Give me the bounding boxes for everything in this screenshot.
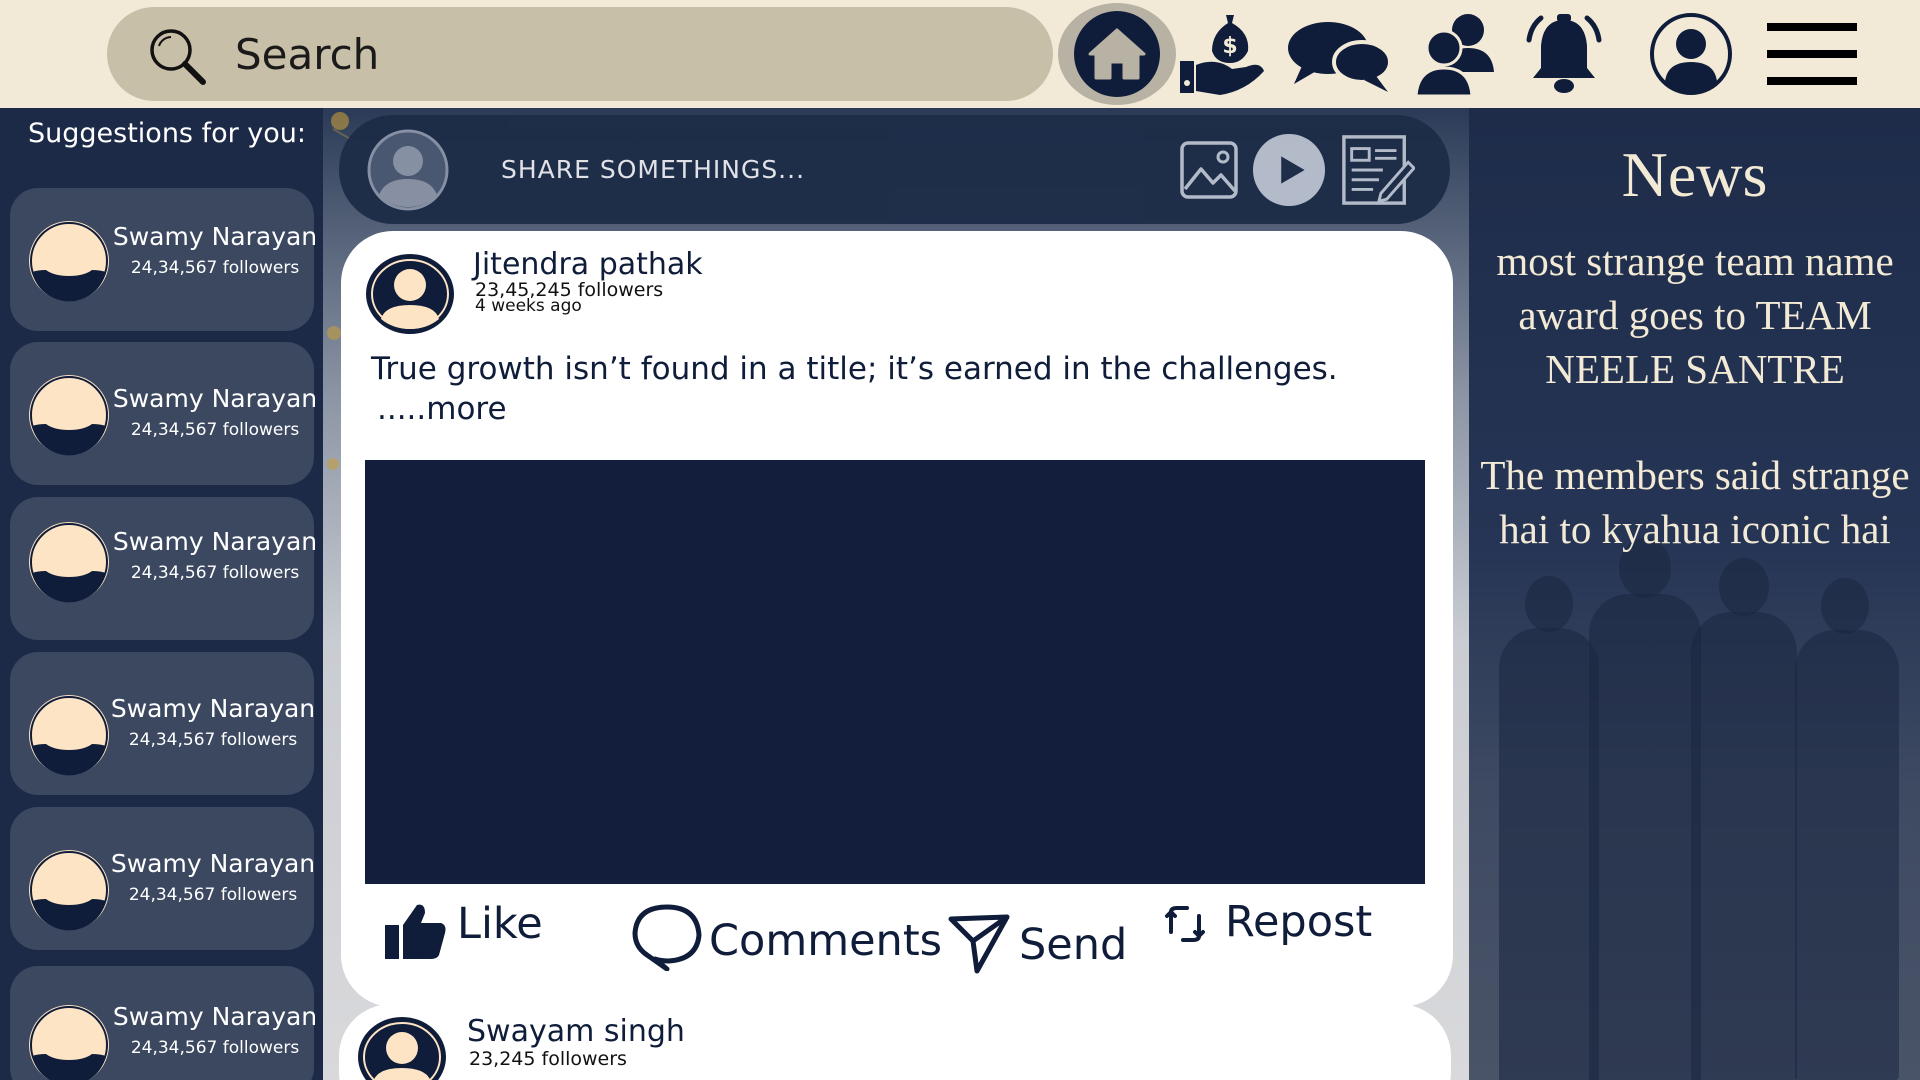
video-upload-icon[interactable]	[1251, 133, 1327, 207]
suggestion-followers: 24,34,567 followers	[130, 258, 300, 278]
nav-home-button[interactable]	[1058, 3, 1176, 105]
image-upload-icon[interactable]	[1179, 133, 1239, 207]
avatar-icon	[29, 1005, 109, 1080]
suggestion-followers: 24,34,567 followers	[130, 1038, 300, 1058]
suggestion-card[interactable]: Swamy Narayan 24,34,567 followers	[10, 497, 317, 640]
news-title: News	[1621, 139, 1768, 210]
people-icon	[1414, 14, 1494, 98]
repost-label: Repost	[1225, 897, 1373, 947]
news-item[interactable]: The members said strange hai to kyahua i…	[1475, 448, 1915, 556]
home-icon	[1088, 28, 1146, 80]
background-decoration	[327, 458, 339, 470]
suggestion-followers: 24,34,567 followers	[130, 563, 300, 583]
nav-monetization-button[interactable]: $	[1176, 4, 1268, 104]
suggestion-name: Swamy Narayan	[110, 849, 316, 878]
comments-button[interactable]: Comments	[631, 901, 942, 971]
post-author-followers: 23,245 followers	[469, 1048, 627, 1070]
composer-avatar-icon	[367, 129, 449, 211]
suggestion-name: Swamy Narayan	[112, 222, 318, 251]
suggestions-sidebar: Suggestions for you: Swamy Narayan 24,34…	[0, 108, 323, 1080]
like-button[interactable]: Like	[385, 899, 543, 961]
repost-arrows-icon	[1165, 906, 1205, 942]
background-silhouette	[1795, 630, 1899, 1080]
post-author-name[interactable]: Swayam singh	[467, 1014, 685, 1049]
background-silhouette	[1719, 558, 1769, 616]
suggestion-name: Swamy Narayan	[110, 694, 316, 723]
search-bar[interactable]	[107, 7, 1053, 101]
bell-icon	[1526, 14, 1602, 93]
profile-icon	[1650, 13, 1732, 95]
background-silhouette	[1691, 612, 1797, 1080]
avatar-icon	[29, 221, 109, 302]
repost-button[interactable]: Repost	[1163, 897, 1372, 947]
post-card: Jitendra pathak 23,45,245 followers 4 we…	[341, 231, 1453, 1007]
avatar-icon	[29, 375, 109, 456]
suggestion-followers: 24,34,567 followers	[128, 730, 298, 750]
nav-messages-button[interactable]	[1284, 4, 1394, 104]
post-timestamp: 4 weeks ago	[475, 296, 582, 316]
svg-text:$: $	[1222, 34, 1237, 59]
suggestion-name: Swamy Narayan	[112, 384, 318, 413]
search-input[interactable]	[235, 25, 1015, 83]
search-icon	[150, 29, 206, 85]
share-prompt[interactable]: SHARE SOMETHINGS...	[501, 155, 805, 184]
suggestion-card[interactable]: Swamy Narayan 24,34,567 followers	[10, 966, 317, 1080]
post-card: Swayam singh 23,245 followers	[339, 1004, 1451, 1080]
news-panel: News most strange team name award goes t…	[1469, 108, 1920, 1080]
suggestion-card[interactable]: Swamy Narayan 24,34,567 followers	[10, 342, 317, 485]
send-plane-icon	[948, 914, 1010, 974]
read-more-link[interactable]: .....more	[377, 391, 507, 427]
share-composer[interactable]: SHARE SOMETHINGS...	[339, 115, 1450, 224]
suggestion-card[interactable]: Swamy Narayan 24,34,567 followers	[10, 807, 315, 950]
author-avatar-icon[interactable]	[357, 1016, 447, 1080]
suggestion-followers: 24,34,567 followers	[130, 420, 300, 440]
background-silhouette	[1821, 578, 1869, 634]
nav-notifications-button[interactable]	[1516, 4, 1612, 104]
nav-network-button[interactable]	[1410, 4, 1500, 104]
background-silhouette	[1525, 576, 1573, 632]
background-silhouette	[1499, 628, 1599, 1080]
suggestion-card[interactable]: Swamy Narayan 24,34,567 followers	[10, 652, 315, 795]
post-author-name[interactable]: Jitendra pathak	[473, 247, 703, 282]
suggestion-followers: 24,34,567 followers	[128, 885, 298, 905]
send-button[interactable]: Send	[947, 911, 1127, 975]
news-item[interactable]: most strange team name award goes to TEA…	[1483, 234, 1907, 396]
nav-menu-button[interactable]	[1762, 4, 1862, 104]
post-text: True growth isn’t found in a title; it’s…	[371, 351, 1338, 387]
suggestion-name: Swamy Narayan	[112, 527, 318, 556]
avatar-icon	[29, 850, 109, 931]
nav-profile-button[interactable]	[1648, 4, 1734, 104]
comment-bubble-icon	[632, 904, 702, 971]
write-article-icon[interactable]	[1339, 133, 1415, 207]
money-hand-icon: $	[1180, 15, 1264, 95]
comments-label: Comments	[709, 916, 943, 966]
post-media[interactable]	[365, 460, 1425, 884]
feed-area: SHARE SOMETHINGS... Jitendra pathak 23,4…	[323, 108, 1469, 1080]
hamburger-menu-icon	[1767, 23, 1857, 85]
top-navigation-bar: $	[0, 0, 1920, 108]
like-label: Like	[457, 899, 543, 949]
suggestions-heading: Suggestions for you:	[28, 118, 306, 149]
avatar-icon	[29, 695, 109, 776]
suggestion-name: Swamy Narayan	[112, 1002, 318, 1031]
suggestion-card[interactable]: Swamy Narayan 24,34,567 followers	[10, 188, 317, 331]
avatar-icon	[29, 522, 109, 603]
chat-bubbles-icon	[1288, 22, 1392, 92]
thumbs-up-icon	[385, 904, 446, 959]
send-label: Send	[1019, 920, 1128, 970]
background-decoration	[327, 326, 341, 340]
background-silhouette	[1589, 594, 1701, 1080]
post-actions: Like Comments Send Repost	[341, 897, 1453, 991]
author-avatar-icon[interactable]	[365, 253, 455, 335]
